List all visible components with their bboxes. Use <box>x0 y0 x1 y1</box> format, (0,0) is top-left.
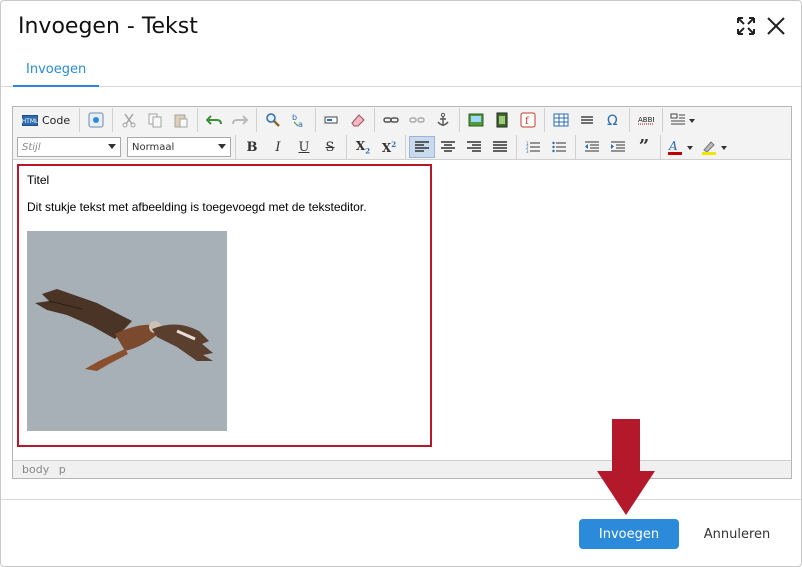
highlight-icon[interactable] <box>698 136 732 158</box>
replace-icon[interactable]: ba <box>286 109 312 131</box>
tab-bar: Invoegen <box>1 56 801 87</box>
svg-text:A: A <box>668 139 678 153</box>
editor-toolbar: HTML Code ba f Ω ABB Stijl Normaal B I U… <box>13 107 791 160</box>
cut-icon[interactable] <box>116 109 142 131</box>
svg-text:b: b <box>292 113 297 122</box>
omega-icon[interactable]: Ω <box>600 109 626 131</box>
strikethrough-icon[interactable]: S <box>317 136 343 158</box>
svg-text:a: a <box>298 120 303 128</box>
align-center-icon[interactable] <box>435 136 461 158</box>
template-icon[interactable] <box>666 109 700 131</box>
link-icon[interactable] <box>378 109 404 131</box>
dialog-title: Invoegen - Tekst <box>18 14 198 39</box>
chevron-down-icon <box>218 144 226 149</box>
svg-text:Ω: Ω <box>607 113 618 128</box>
redo-icon[interactable] <box>227 109 253 131</box>
eraser-icon[interactable] <box>345 109 371 131</box>
code-label: Code <box>42 113 71 127</box>
content-heading: Titel <box>27 173 50 187</box>
superscript-icon[interactable]: X2 <box>376 136 402 158</box>
copy-icon[interactable] <box>142 109 168 131</box>
align-left-icon[interactable] <box>409 136 435 158</box>
flash-icon[interactable]: f <box>515 109 541 131</box>
paste-icon[interactable] <box>168 109 194 131</box>
horizontal-rule-icon[interactable] <box>574 109 600 131</box>
align-right-icon[interactable] <box>461 136 487 158</box>
align-justify-icon[interactable] <box>487 136 513 158</box>
close-icon[interactable] <box>766 16 788 38</box>
svg-text:3: 3 <box>526 149 529 153</box>
find-icon[interactable] <box>260 109 286 131</box>
html-code-button[interactable]: HTML Code <box>16 109 76 131</box>
blockquote-icon[interactable]: ” <box>631 136 657 158</box>
image-icon[interactable] <box>463 109 489 131</box>
arrow-down-icon <box>597 419 655 515</box>
format-select-value: Normaal <box>132 141 175 153</box>
table-icon[interactable] <box>548 109 574 131</box>
text-color-icon[interactable]: A <box>664 136 698 158</box>
preview-icon[interactable] <box>83 109 109 131</box>
subscript-icon[interactable]: X2 <box>350 136 376 158</box>
style-select[interactable]: Stijl <box>17 137 121 157</box>
italic-icon[interactable]: I <box>265 136 291 158</box>
spellcheck-icon[interactable]: ABBR <box>633 109 659 131</box>
indent-icon[interactable] <box>605 136 631 158</box>
svg-text:ABBR: ABBR <box>638 116 654 124</box>
element-path-bar: body p <box>13 460 791 478</box>
bird-image[interactable] <box>27 231 227 431</box>
video-icon[interactable] <box>489 109 515 131</box>
editor-content[interactable]: Titel Dit stukje tekst met afbeelding is… <box>13 161 791 460</box>
outdent-icon[interactable] <box>579 136 605 158</box>
format-select[interactable]: Normaal <box>127 137 231 157</box>
html-code-icon: HTML <box>22 114 38 126</box>
chevron-down-icon <box>108 144 116 149</box>
form-field-icon[interactable] <box>319 109 345 131</box>
content-paragraph: Dit stukje tekst met afbeelding is toege… <box>27 200 367 214</box>
style-select-placeholder: Stijl <box>22 141 41 153</box>
bold-icon[interactable]: B <box>239 136 265 158</box>
underline-icon[interactable]: U <box>291 136 317 158</box>
insert-text-dialog: Invoegen - Tekst Invoegen HTML Code b a … <box>0 0 802 567</box>
tab-invoegen[interactable]: Invoegen <box>13 56 100 87</box>
highlight-box: Titel Dit stukje tekst met afbeelding is… <box>17 164 432 447</box>
undo-icon[interactable] <box>201 109 227 131</box>
svg-text:HTML: HTML <box>22 118 38 125</box>
numbered-list-icon[interactable]: 123 <box>520 136 546 158</box>
bulleted-list-icon[interactable] <box>546 136 572 158</box>
unlink-icon[interactable] <box>404 109 430 131</box>
anchor-icon[interactable] <box>430 109 456 131</box>
footer-divider <box>1 499 801 500</box>
expand-icon[interactable] <box>736 16 758 38</box>
rich-text-editor: HTML Code ba f Ω ABB Stijl Normaal B I U… <box>12 106 792 479</box>
cancel-button[interactable]: Annuleren <box>691 519 783 549</box>
insert-button[interactable]: Invoegen <box>579 519 679 549</box>
